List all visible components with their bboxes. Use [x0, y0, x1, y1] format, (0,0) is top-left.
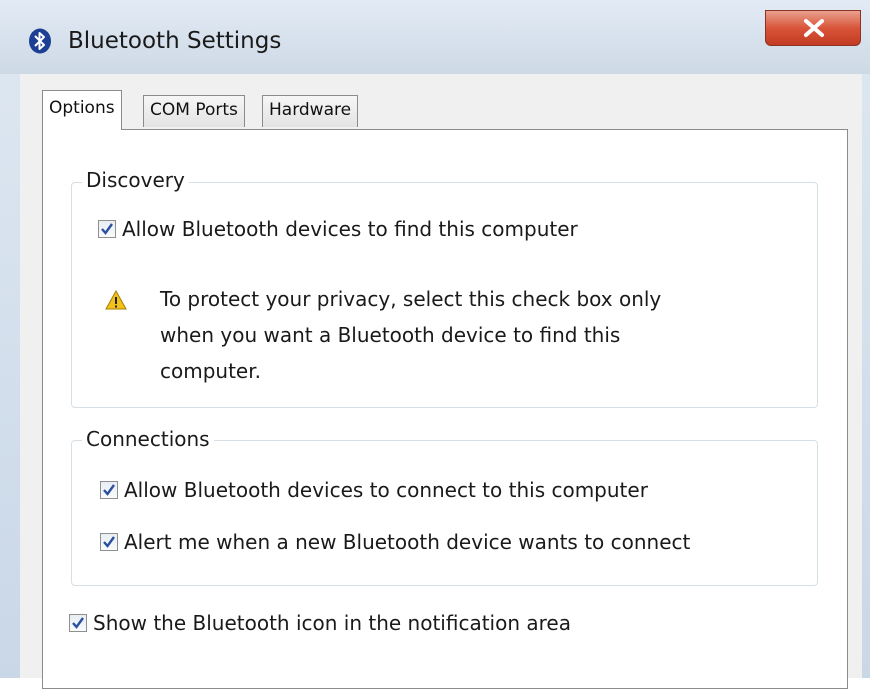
discovery-legend: Discovery: [82, 168, 189, 192]
allow-find-label: Allow Bluetooth devices to find this com…: [122, 217, 578, 241]
warning-icon: [105, 289, 127, 314]
warning-line: To protect your privacy, select this che…: [160, 287, 662, 311]
checkmark-icon: [101, 223, 113, 235]
allow-connect-label: Allow Bluetooth devices to connect to th…: [124, 478, 648, 502]
show-icon-checkbox[interactable]: [69, 614, 87, 632]
tab-hardware[interactable]: Hardware: [262, 95, 359, 127]
allow-connect-row[interactable]: Allow Bluetooth devices to connect to th…: [100, 478, 648, 502]
close-button[interactable]: [765, 10, 861, 46]
warning-line: computer.: [160, 359, 261, 383]
checkmark-icon: [72, 617, 84, 629]
privacy-warning-text: To protect your privacy, select this che…: [160, 281, 720, 389]
dialog-client-area: Options COM Ports Hardware Discovery All…: [20, 74, 862, 689]
allow-find-checkbox[interactable]: [98, 220, 116, 238]
checkmark-icon: [103, 536, 115, 548]
title-bar[interactable]: Bluetooth Settings: [0, 0, 870, 74]
connections-legend: Connections: [82, 427, 214, 451]
close-icon: [804, 19, 824, 37]
allow-connect-checkbox[interactable]: [100, 481, 118, 499]
checkmark-icon: [103, 484, 115, 496]
options-panel: Discovery Allow Bluetooth devices to fin…: [42, 129, 848, 689]
allow-find-row[interactable]: Allow Bluetooth devices to find this com…: [98, 217, 578, 241]
bluetooth-icon: [28, 28, 52, 54]
tab-options[interactable]: Options: [42, 90, 122, 130]
show-icon-row[interactable]: Show the Bluetooth icon in the notificat…: [69, 611, 571, 635]
warning-line: when you want a Bluetooth device to find…: [160, 323, 621, 347]
alert-new-label: Alert me when a new Bluetooth device wan…: [124, 530, 691, 554]
alert-new-row[interactable]: Alert me when a new Bluetooth device wan…: [100, 530, 690, 554]
show-icon-label: Show the Bluetooth icon in the notificat…: [93, 611, 571, 635]
tab-com-ports[interactable]: COM Ports: [143, 95, 245, 127]
bluetooth-settings-window: Bluetooth Settings Options COM Ports Har…: [0, 0, 870, 689]
window-title: Bluetooth Settings: [68, 28, 282, 54]
alert-new-checkbox[interactable]: [100, 533, 118, 551]
connections-group: [71, 440, 818, 586]
